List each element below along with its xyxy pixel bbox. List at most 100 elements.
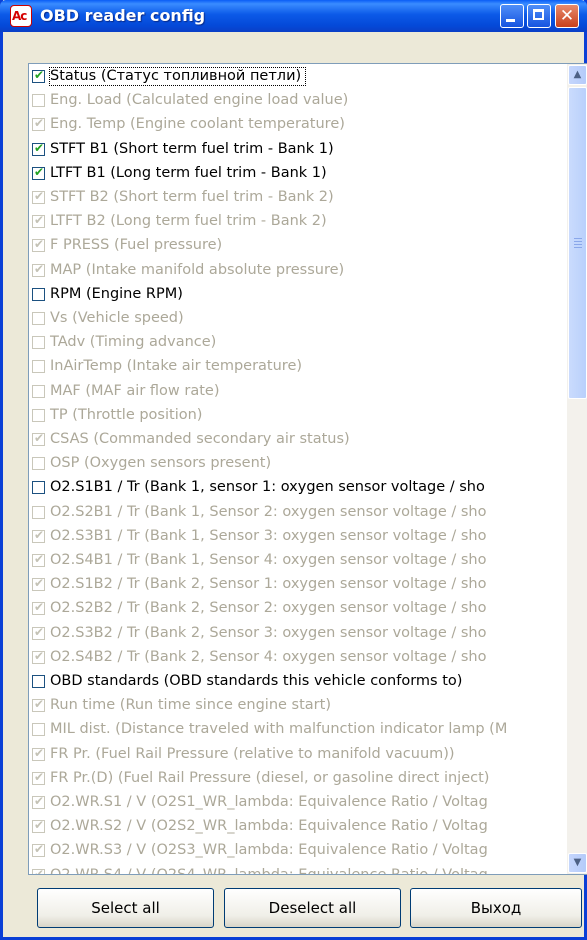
list-item: ✔ O2.S4B2 / Tr (Bank 2, Sensor 4: oxygen … (32, 646, 567, 670)
list-item[interactable]: RPM (Engine RPM) (32, 283, 567, 307)
checkmark-icon: ✔ (34, 189, 45, 203)
list-item-label: Eng. Temp (Engine coolant temperature) (50, 116, 345, 133)
checkbox (32, 360, 45, 374)
list-item: ✔ Eng. Temp (Engine coolant temperature) (32, 113, 567, 137)
checkbox: ✔ (32, 600, 45, 616)
maximize-button[interactable] (527, 4, 551, 28)
list-item: InAirTemp (Intake air temperature) (32, 355, 567, 379)
list-item-label: InAirTemp (Intake air temperature) (50, 358, 303, 375)
scroll-down-button[interactable]: ▼ (568, 853, 587, 873)
app-icon[interactable]: Ac (10, 5, 32, 27)
title-bar[interactable]: Ac OBD reader config ✕ (0, 0, 587, 32)
list-item-label: O2.S2B1 / Tr (Bank 1, Sensor 2: oxygen s… (50, 503, 487, 520)
list-item-label: O2.S1B1 / Tr (Bank 1, sensor 1: oxygen s… (50, 479, 485, 496)
list-item: O2.S2B1 / Tr (Bank 1, Sensor 2: oxygen s… (32, 501, 567, 525)
checkmark-icon: ✔ (34, 648, 45, 663)
checkbox[interactable] (32, 481, 45, 495)
checkbox: ✔ (32, 576, 45, 592)
list-item[interactable]: O2.S1B1 / Tr (Bank 1, sensor 1: oxygen s… (32, 476, 567, 500)
list-item-label: O2.WR.S4 / V (O2S4_WR_lambda: Equivalenc… (50, 867, 488, 874)
checkmark-icon: ✔ (34, 552, 45, 566)
checkmark-icon: ✔ (34, 794, 45, 808)
list-item-label: CSAS (Commanded secondary air status) (50, 431, 350, 447)
checkbox (32, 94, 45, 108)
checkbox: ✔ (32, 648, 45, 664)
vertical-scrollbar[interactable]: ▲ ▼ (567, 64, 587, 874)
checkbox[interactable]: ✔ (32, 164, 45, 180)
list-item: ✔ O2.S4B1 / Tr (Bank 1, Sensor 4: oxygen … (32, 549, 567, 573)
scroll-up-button[interactable]: ▲ (568, 65, 587, 85)
checkmark-icon: ✔ (34, 140, 45, 155)
list-item-label: LTFT B2 (Long term fuel trim - Bank 2) (50, 213, 327, 230)
checkbox (32, 336, 45, 350)
list-item: ✔ LTFT B2 (Long term fuel trim - Bank 2) (32, 210, 567, 234)
list-item-label: STFT B2 (Short term fuel trim - Bank 2) (50, 189, 334, 205)
checkbox[interactable] (32, 287, 45, 301)
list-item: TP (Throttle position) (32, 404, 567, 428)
checkmark-icon: ✔ (34, 68, 45, 82)
checkbox (32, 505, 45, 519)
checkbox: ✔ (32, 237, 45, 253)
deselect-all-button[interactable]: Deselect all (224, 888, 401, 928)
list-item: ✔ F PRESS (Fuel pressure) (32, 234, 567, 258)
checkmark-icon: ✔ (34, 769, 45, 784)
list-item: ✔ O2.S2B2 / Tr (Bank 2, Sensor 2: oxygen … (32, 597, 567, 621)
checkbox: ✔ (32, 697, 45, 713)
checkmark-icon: ✔ (34, 866, 45, 874)
list-item-label: TAdv (Timing advance) (50, 334, 217, 351)
checkbox (32, 408, 45, 422)
select-all-button[interactable]: Select all (37, 888, 214, 928)
list-item: ✔ CSAS (Commanded secondary air status) (32, 428, 567, 452)
list-item-label: F PRESS (Fuel pressure) (50, 237, 223, 254)
list-item[interactable]: OBD standards (OBD standards this vehicl… (32, 670, 567, 694)
list-item-label: RPM (Engine RPM) (50, 285, 183, 302)
grip-line (574, 238, 582, 239)
checkbox: ✔ (32, 769, 45, 785)
checkmark-icon: ✔ (34, 237, 45, 252)
close-button[interactable]: ✕ (555, 4, 579, 28)
list-item-label: O2.S3B2 / Tr (Bank 2, Sensor 3: oxygen s… (50, 624, 487, 641)
list-item-label: MAP (Intake manifold absolute pressure) (50, 261, 345, 278)
checkbox[interactable] (32, 675, 45, 688)
list-item[interactable]: ✔ STFT B1 (Short term fuel trim - Bank 1) (32, 138, 567, 162)
list-item-label: O2.S4B2 / Tr (Bank 2, Sensor 4: oxygen s… (50, 648, 487, 665)
chevron-down-icon: ▼ (573, 857, 582, 868)
list-item-label: Eng. Load (Calculated engine load value) (50, 92, 349, 109)
list-item-label: MIL dist. (Distance traveled with malfun… (50, 721, 508, 738)
minimize-button[interactable] (500, 4, 524, 28)
app-icon-text: Ac (12, 9, 27, 23)
list-item: ✔ STFT B2 (Short term fuel trim - Bank 2) (32, 186, 567, 210)
checklist-items: ✔ Status (Статус топливной петли) Eng. Loa… (29, 64, 567, 874)
checkbox[interactable]: ✔ (32, 68, 45, 83)
close-icon: ✕ (559, 6, 575, 26)
list-item[interactable]: ✔ LTFT B1 (Long term fuel trim - Bank 1) (32, 162, 567, 186)
list-item: ✔ FR Pr.(D) (Fuel Rail Pressure (diesel, … (32, 767, 567, 791)
list-item-label: FR Pr. (Fuel Rail Pressure (relative to … (50, 745, 455, 762)
checkbox: ✔ (32, 552, 45, 567)
list-item-label: Vs (Vehicle speed) (50, 310, 184, 326)
list-item[interactable]: ✔ Status (Статус топливной петли) (32, 65, 567, 89)
checkbox: ✔ (32, 528, 45, 543)
checkbox: ✔ (32, 116, 45, 132)
checkmark-icon: ✔ (34, 213, 45, 228)
checkmark-icon: ✔ (34, 164, 45, 179)
checkbox: ✔ (32, 213, 45, 229)
list-item: ✔ FR Pr. (Fuel Rail Pressure (relative to… (32, 743, 567, 767)
checkbox[interactable]: ✔ (32, 140, 45, 156)
list-item-label: STFT B1 (Short term fuel trim - Bank 1) (50, 140, 334, 157)
checkbox: ✔ (32, 625, 45, 640)
list-item-label: MAF (MAF air flow rate) (50, 382, 220, 399)
scrollbar-thumb[interactable] (568, 87, 587, 399)
checkbox (32, 457, 45, 471)
list-item: MIL dist. (Distance traveled with malfun… (32, 718, 567, 742)
checkbox (32, 723, 45, 737)
list-item: TAdv (Timing advance) (32, 331, 567, 355)
exit-button[interactable]: Выход (410, 888, 582, 928)
list-item-label: O2.WR.S1 / V (O2S1_WR_lambda: Equivalenc… (50, 794, 488, 810)
parameter-checklist[interactable]: ✔ Status (Статус топливной петли) Eng. Loa… (28, 63, 587, 875)
list-item: Eng. Load (Calculated engine load value) (32, 89, 567, 113)
list-item: OSP (Oxygen sensors present) (32, 452, 567, 476)
checkmark-icon: ✔ (34, 842, 45, 857)
list-item: ✔ O2.S1B2 / Tr (Bank 2, Sensor 1: oxygen … (32, 573, 567, 597)
list-item-label: OSP (Oxygen sensors present) (50, 455, 272, 472)
